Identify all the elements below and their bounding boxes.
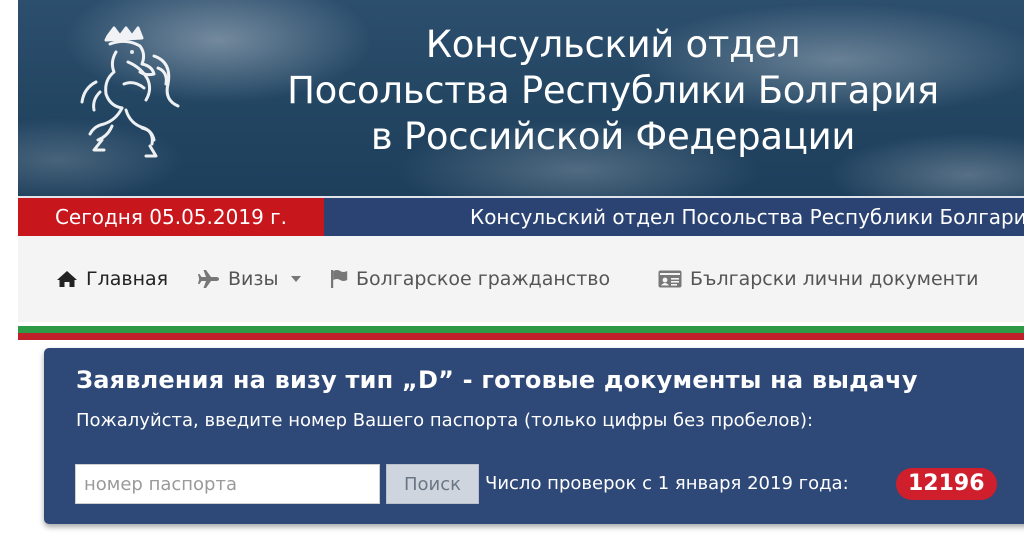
nav-item-visas[interactable]: Визы — [198, 264, 301, 294]
home-icon — [57, 271, 77, 287]
flag-stripe-red — [18, 333, 1024, 340]
today-date: Сегодня 05.05.2019 г. — [18, 198, 324, 236]
flag-stripes — [18, 322, 1024, 340]
checks-count-badge: 12196 — [896, 468, 997, 500]
nav-item-citizenship[interactable]: Болгарское гражданство — [330, 264, 610, 294]
site-title-line-2: Посольства Республики Болгария — [287, 69, 939, 112]
search-button[interactable]: Поиск — [386, 464, 479, 504]
panel-title: Заявления на визу тип „D” - готовые доку… — [76, 366, 918, 394]
site-title-line-3: в Российской Федерации — [370, 115, 856, 158]
checks-count-label: Число проверок с 1 января 2019 года: — [485, 473, 849, 494]
flag-icon — [331, 270, 348, 288]
nav-item-documents-label: Български лични документи — [690, 268, 979, 290]
info-bar: Сегодня 05.05.2019 г. Консульский отдел … — [18, 196, 1024, 236]
nav-item-documents[interactable]: Български лични документи — [658, 264, 978, 294]
nav-item-citizenship-label: Болгарское гражданство — [356, 268, 611, 290]
nav-item-home-label: Главная — [86, 268, 169, 290]
nav-item-home[interactable]: Главная — [56, 264, 168, 294]
panel-instruction: Пожалуйста, введите номер Вашего паспорт… — [76, 410, 814, 431]
plane-icon — [198, 270, 219, 288]
site-title: Консульский отдел Посольства Республики … — [248, 22, 978, 160]
bulgarian-lion-crest-logo — [80, 26, 180, 158]
chevron-down-icon — [290, 276, 301, 282]
visa-status-panel: Заявления на визу тип „D” - готовые доку… — [44, 348, 1024, 524]
news-ticker: Консульский отдел Посольства Республики … — [470, 205, 1024, 229]
site-title-line-1: Консульский отдел — [425, 23, 801, 66]
nav-item-visas-label: Визы — [228, 268, 279, 290]
passport-number-input[interactable] — [75, 464, 380, 504]
flag-stripe-green — [18, 326, 1024, 333]
main-nav: Главная Визы Болгарское гражданство Бълг… — [18, 236, 1024, 322]
site-header: Консульский отдел Посольства Республики … — [18, 0, 1024, 196]
page-gutter — [0, 0, 18, 544]
id-card-icon — [658, 270, 682, 288]
